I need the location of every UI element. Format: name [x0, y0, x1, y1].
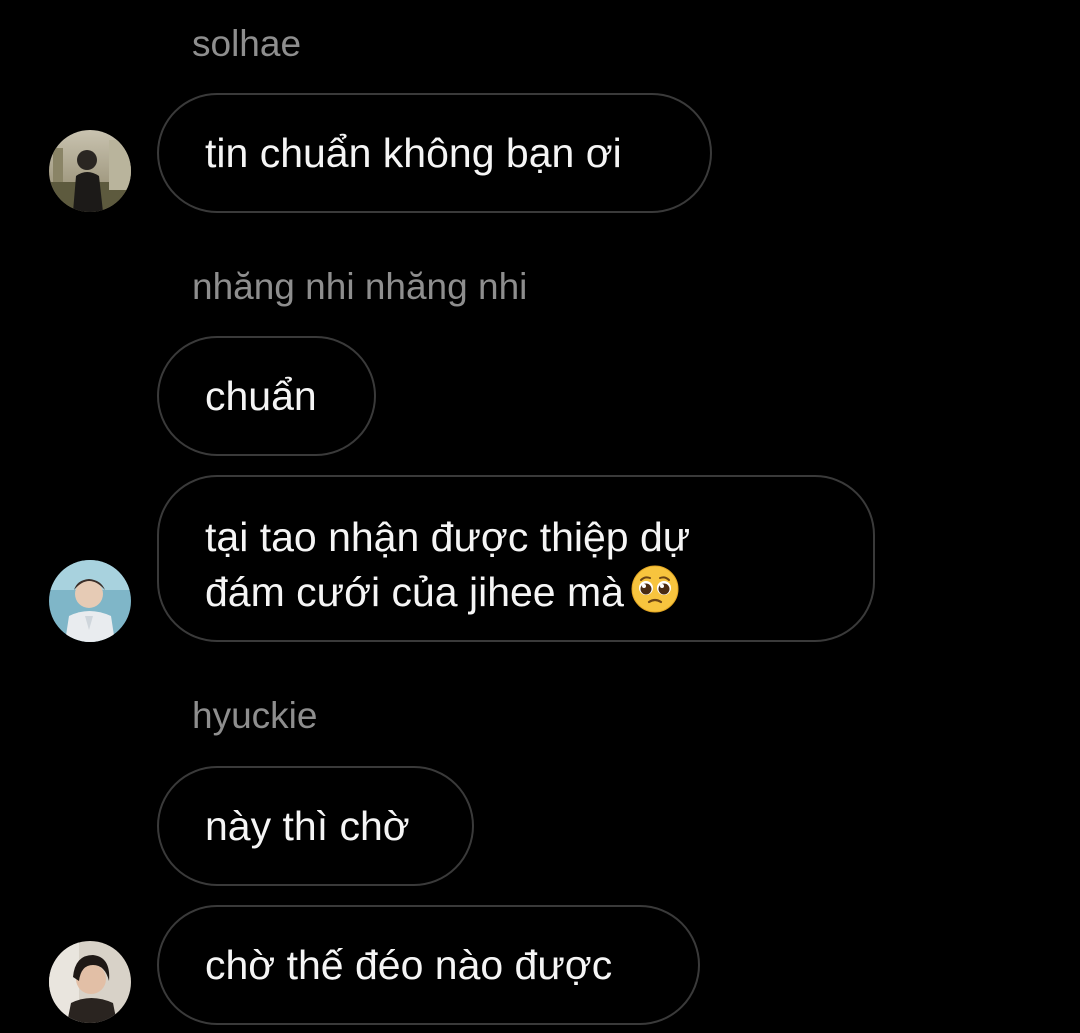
pleading-face-emoji — [631, 565, 679, 613]
message-text: tại tao nhận được thiệp dự đám cưới của … — [205, 510, 690, 619]
avatar-photo-icon — [49, 130, 131, 212]
message-text: chờ thế đéo nào được — [205, 942, 613, 988]
message-text: tin chuẩn không bạn ơi — [205, 130, 622, 176]
sender-name: nhăng nhi nhăng nhi — [192, 266, 528, 307]
message-bubble[interactable]: tại tao nhận được thiệp dự đám cưới của … — [157, 475, 875, 642]
message-bubble[interactable]: tin chuẩn không bạn ơi — [157, 93, 712, 213]
message-line: tại tao nhận được thiệp dự — [205, 514, 691, 560]
sender-name: solhae — [192, 23, 302, 64]
avatar-photo-icon — [49, 560, 131, 642]
message-text: này thì chờ — [205, 803, 410, 849]
message-bubble[interactable]: chuẩn — [157, 336, 376, 456]
avatar[interactable] — [49, 130, 131, 212]
message-line-text: đám cưới của jihee mà — [205, 569, 624, 615]
message-line: đám cưới của jihee mà — [205, 564, 690, 619]
sender-name: hyuckie — [192, 695, 318, 736]
avatar[interactable] — [49, 560, 131, 642]
avatar[interactable] — [49, 941, 131, 1023]
message-bubble[interactable]: chờ thế đéo nào được — [157, 905, 700, 1025]
avatar-photo-icon — [49, 941, 131, 1023]
message-thread: solhae tin chuẩn không bạn ơi nhăng nhi … — [0, 0, 1080, 1033]
message-text: chuẩn — [205, 373, 317, 419]
message-bubble[interactable]: này thì chờ — [157, 766, 474, 886]
